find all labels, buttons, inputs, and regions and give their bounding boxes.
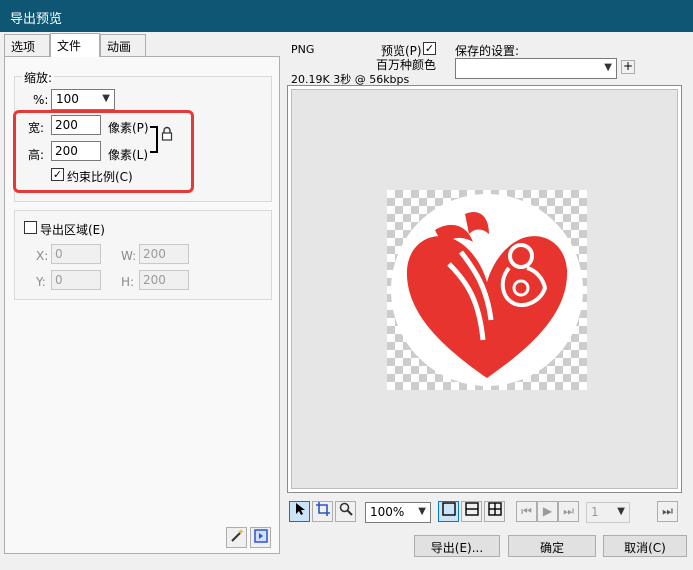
tab-label: 文件 <box>57 39 82 53</box>
export-frame-icon <box>253 529 268 543</box>
pointer-icon <box>295 503 305 515</box>
first-frame-button[interactable]: ⏮ <box>516 501 537 522</box>
saved-settings-label: 保存的设置: <box>455 44 520 58</box>
four-pane-icon <box>487 502 502 516</box>
tab-animation[interactable]: 动画 <box>100 34 146 56</box>
window-title: 导出预览 <box>10 12 63 27</box>
percent-label: %: <box>33 93 49 107</box>
logo-image <box>391 194 583 386</box>
export-button[interactable]: 导出(E)... <box>414 535 500 557</box>
y-input[interactable]: 0 <box>51 270 101 290</box>
magic-wand-button[interactable] <box>226 527 247 548</box>
frame-value: 1 <box>591 505 599 519</box>
magnifier-icon <box>339 502 353 516</box>
pointer-tool-button[interactable] <box>289 501 310 522</box>
crop-icon <box>315 502 330 516</box>
scale-group-label: 缩放: <box>22 69 55 86</box>
plus-icon: + <box>622 59 634 73</box>
zoom-value: 100% <box>370 505 405 519</box>
play-icon: ▶ <box>542 504 553 518</box>
next-frame-button[interactable]: ⏭ <box>657 501 678 522</box>
transparency-checkerboard <box>387 190 587 390</box>
single-pane-icon <box>441 502 456 516</box>
highlight-box <box>13 110 194 193</box>
x-label: X: <box>36 249 49 263</box>
zoom-select[interactable]: 100% ▼ <box>365 502 431 523</box>
h-input[interactable]: 200 <box>139 270 189 290</box>
chevron-down-icon: ▼ <box>604 62 612 73</box>
crop-export-button[interactable] <box>250 527 271 548</box>
step-forward-icon: ⏭ <box>662 504 673 518</box>
split-four-view-button[interactable] <box>484 501 505 522</box>
x-input[interactable]: 0 <box>51 244 101 264</box>
format-label: PNG <box>291 43 315 56</box>
tab-label: 动画 <box>107 40 132 54</box>
chevron-down-icon: ▼ <box>418 506 426 517</box>
skip-back-icon: ⏮ <box>521 504 532 518</box>
preview-checkbox[interactable]: ✓ <box>423 42 436 55</box>
cancel-button[interactable]: 取消(C) <box>603 535 687 557</box>
two-pane-icon <box>464 502 479 516</box>
w-input[interactable]: 200 <box>139 244 189 264</box>
percent-select[interactable]: 100 ▼ <box>51 89 115 110</box>
h-label: H: <box>121 275 135 289</box>
tab-file[interactable]: 文件 <box>50 33 100 57</box>
frame-select[interactable]: 1 ▼ <box>586 502 630 523</box>
saved-settings-select[interactable]: ▼ <box>455 58 617 79</box>
title-bar: 导出预览 <box>0 0 693 32</box>
chevron-down-icon: ▼ <box>102 93 110 104</box>
skip-forward-icon: ⏭ <box>563 504 574 518</box>
crop-tool-button[interactable] <box>312 501 333 522</box>
preview-canvas[interactable] <box>291 89 678 489</box>
split-two-view-button[interactable] <box>461 501 482 522</box>
ok-button[interactable]: 确定 <box>508 535 596 557</box>
last-frame-button[interactable]: ⏭ <box>558 501 579 522</box>
play-button[interactable]: ▶ <box>537 501 558 522</box>
y-label: Y: <box>36 275 46 289</box>
w-label: W: <box>121 249 137 263</box>
add-setting-button[interactable]: + <box>621 60 635 74</box>
zoom-tool-button[interactable] <box>335 501 356 522</box>
single-view-button[interactable] <box>438 501 459 522</box>
export-area-checkbox[interactable] <box>24 221 37 234</box>
percent-value: 100 <box>56 92 79 106</box>
tab-options[interactable]: 选项 <box>4 34 50 56</box>
preview-frame <box>287 85 682 493</box>
chevron-down-icon: ▼ <box>617 506 625 517</box>
tab-label: 选项 <box>11 40 36 54</box>
export-area-label: 导出区域(E) <box>40 223 105 237</box>
magic-wand-icon <box>230 529 244 542</box>
